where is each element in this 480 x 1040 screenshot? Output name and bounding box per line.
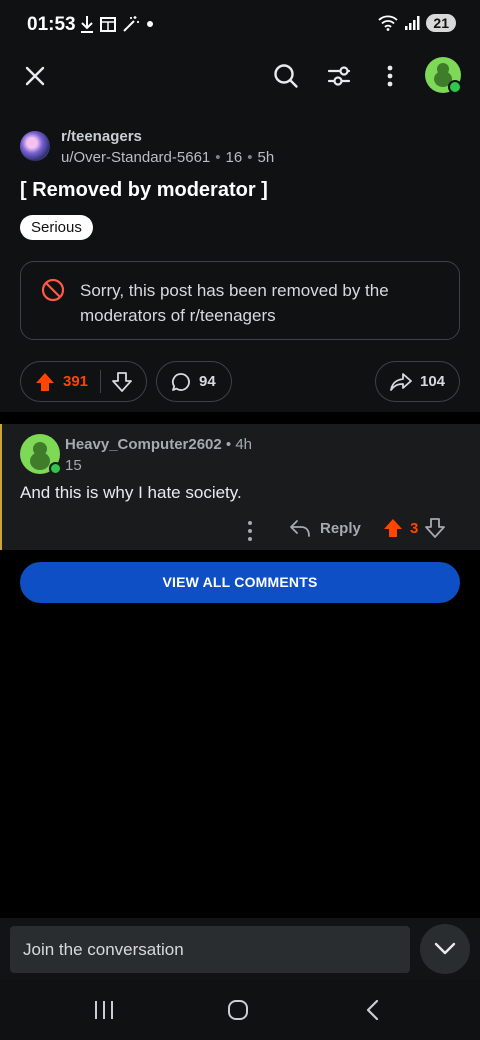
upvote-icon[interactable] (35, 372, 55, 392)
post-flair[interactable]: Serious (20, 215, 93, 240)
post-title: [ Removed by moderator ] (20, 179, 268, 201)
comment: Heavy_Computer2602 • 4h 15 And this is w… (0, 424, 480, 550)
more-vertical-icon (248, 521, 252, 541)
join-conversation-input[interactable] (10, 926, 410, 973)
vote-divider (100, 370, 102, 393)
removed-notice-text: Sorry, this post has been removed by the… (80, 281, 389, 325)
comment-more-button[interactable] (240, 518, 260, 549)
home-button[interactable] (222, 994, 254, 1026)
wifi-icon (378, 15, 399, 31)
avatar (425, 57, 462, 94)
comments-button[interactable]: 94 (156, 361, 232, 402)
post-card: r/teenagers u/Over-Standard-5661 • 16 • 5h [… (0, 110, 480, 412)
magic-wand-icon (123, 16, 139, 32)
blocked-icon (41, 278, 65, 302)
comment-count: 94 (199, 373, 216, 390)
online-indicator (49, 462, 62, 475)
post-meta: u/Over-Standard-5661 • 16 • 5h (61, 149, 274, 166)
removed-notice: Sorry, this post has been removed by the… (20, 261, 460, 340)
search-button[interactable] (270, 60, 302, 92)
comment-age: 4h (235, 436, 253, 453)
upvote-icon[interactable] (383, 518, 403, 538)
signal-icon (405, 16, 420, 30)
share-icon (390, 372, 412, 391)
close-icon (25, 66, 45, 86)
recent-apps-button[interactable] (88, 994, 120, 1026)
search-icon (274, 64, 298, 88)
status-time: 01:53 (27, 14, 76, 35)
post-age: 5h (257, 149, 275, 166)
battery-icon: 21 (426, 14, 456, 32)
back-button[interactable] (356, 994, 388, 1026)
recent-apps-icon (95, 1001, 113, 1019)
downvote-icon[interactable] (425, 518, 446, 538)
view-all-comments-button[interactable]: VIEW ALL COMMENTS (20, 562, 460, 603)
separator-dot: • (221, 436, 236, 453)
comment-actions: Reply 3 (2, 518, 480, 544)
comment-vote-count: 3 (410, 519, 419, 537)
post-author[interactable]: u/Over-Standard-5661 (61, 149, 210, 166)
close-button[interactable] (20, 61, 50, 91)
reply-button[interactable]: Reply (289, 518, 361, 538)
reply-label: Reply (320, 519, 361, 537)
screen-icon (100, 16, 116, 32)
chevron-down-icon (434, 942, 456, 955)
status-bar: 01:53 21 (0, 0, 480, 50)
separator-dot: • (215, 149, 221, 166)
reply-icon (290, 520, 310, 537)
subreddit-name[interactable]: r/teenagers (61, 128, 142, 145)
share-count: 104 (420, 373, 446, 390)
comment-username[interactable]: Heavy_Computer2602 (65, 436, 222, 453)
more-vertical-icon (387, 65, 393, 87)
upvote-count: 391 (63, 373, 89, 390)
back-icon (366, 999, 379, 1021)
user-avatar-button[interactable] (424, 56, 462, 94)
separator-dot: • (247, 149, 253, 166)
share-button[interactable]: 104 (375, 361, 460, 402)
sort-button[interactable] (323, 60, 355, 92)
author-karma: 16 (225, 149, 243, 166)
system-nav-bar (0, 980, 480, 1040)
download-icon (81, 16, 93, 33)
home-icon (228, 1000, 248, 1020)
comment-score-line: 15 (65, 457, 82, 474)
comment-icon (171, 372, 190, 391)
dot-icon (147, 21, 153, 27)
more-options-button[interactable] (376, 60, 404, 92)
downvote-icon[interactable] (112, 371, 132, 392)
comment-body: And this is why I hate society. (20, 483, 242, 502)
sort-icon (327, 66, 351, 86)
scroll-down-button[interactable] (420, 924, 470, 974)
top-app-bar (0, 50, 480, 110)
vote-control: 391 (20, 361, 147, 402)
comment-vote-control: 3 (383, 518, 446, 538)
subreddit-avatar[interactable] (20, 131, 50, 161)
composer-bar (0, 918, 480, 980)
